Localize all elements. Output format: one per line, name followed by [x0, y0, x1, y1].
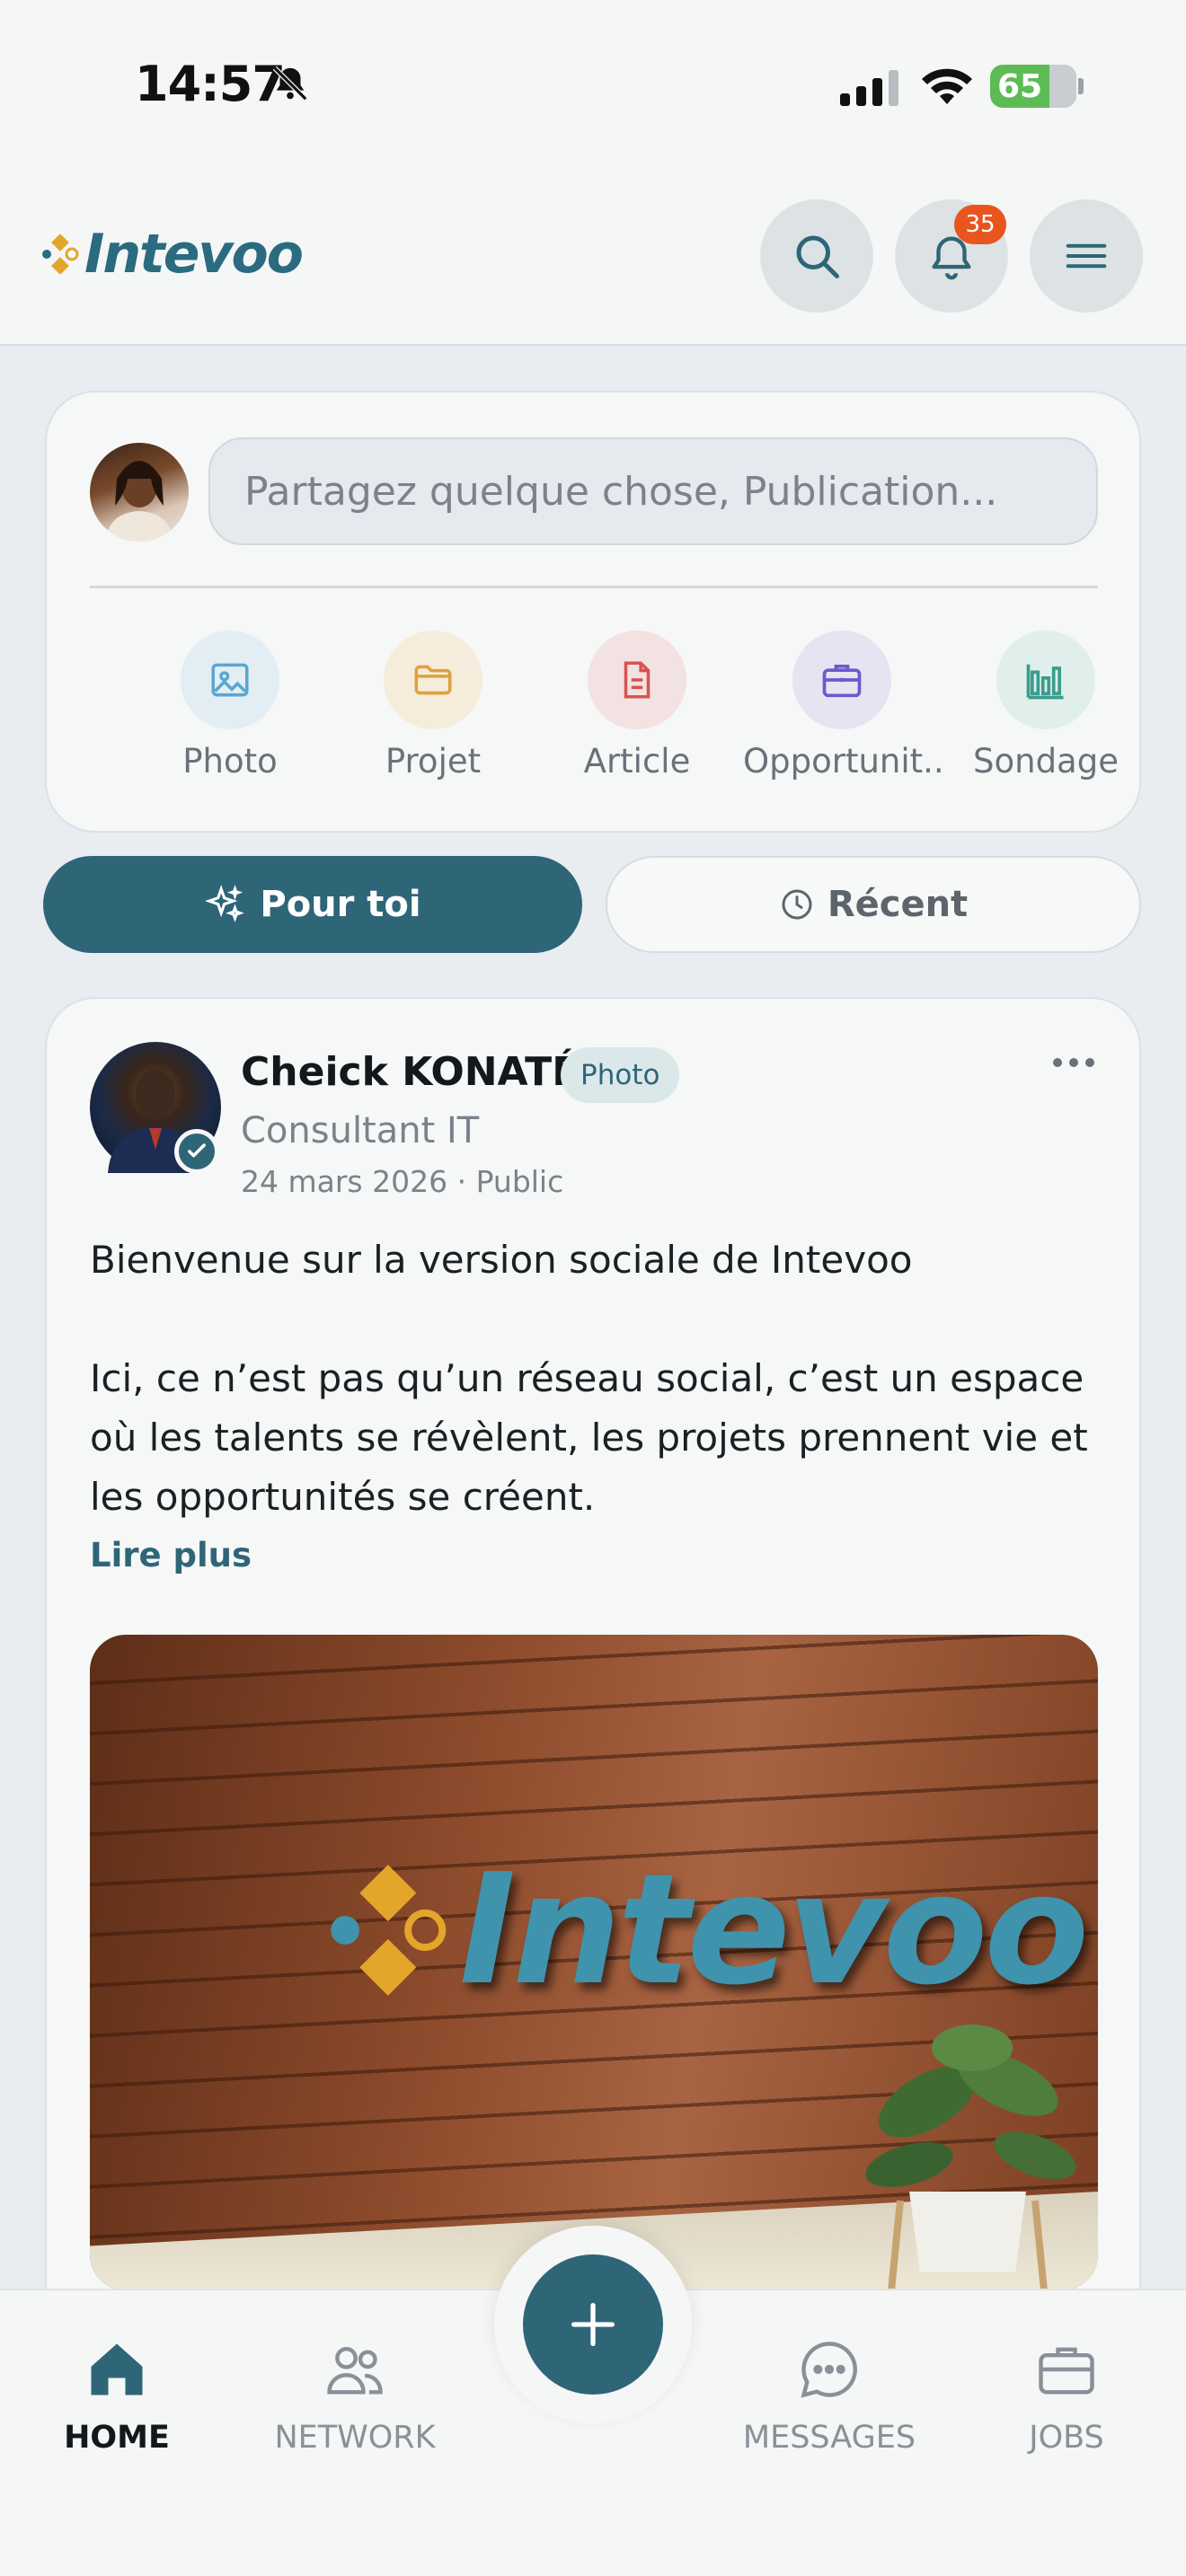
- nav-network[interactable]: NETWORK: [256, 2335, 454, 2456]
- tab-recent[interactable]: Récent: [606, 856, 1141, 953]
- nav-jobs-label: JOBS: [1029, 2420, 1104, 2456]
- plant-decoration: [865, 2025, 1076, 2290]
- composer-action-label: Projet: [385, 742, 482, 781]
- intevoo-logo[interactable]: Intevoo: [41, 223, 304, 286]
- composer-action-project[interactable]: Projet: [334, 631, 532, 781]
- document-icon: [588, 631, 686, 729]
- post-meta: 24 mars 2026 · Public: [241, 1164, 563, 1199]
- avatar-portrait: [106, 461, 173, 542]
- search-button[interactable]: [760, 199, 873, 313]
- status-time: 14:57: [135, 56, 286, 112]
- briefcase-icon: [792, 631, 891, 729]
- logo-mark-icon: [331, 1865, 447, 1996]
- post-date: 24 mars 2026: [241, 1164, 448, 1199]
- image-logo: Intevoo: [328, 1841, 1089, 2019]
- post-paragraph: Ici, ce n’est pas qu’un réseau social, c…: [90, 1356, 1088, 1519]
- tab-recent-label: Récent: [827, 884, 969, 925]
- plus-icon: [571, 2303, 615, 2346]
- composer-action-label: Sondage: [973, 742, 1119, 781]
- composer-action-poll[interactable]: Sondage: [947, 631, 1145, 781]
- tab-for-you-label: Pour toi: [260, 884, 421, 925]
- post-visibility: Public: [475, 1164, 564, 1199]
- post-body: Bienvenue sur la version sociale de Inte…: [90, 1231, 1105, 1527]
- post-author-name[interactable]: Cheick KONATÉ: [241, 1049, 579, 1095]
- meta-separator: ·: [456, 1164, 476, 1199]
- status-bar: 14:57 65: [0, 0, 1186, 171]
- post-paragraph: Bienvenue sur la version sociale de Inte…: [90, 1238, 913, 1282]
- menu-button[interactable]: [1030, 199, 1143, 313]
- composer-action-label: Photo: [182, 742, 278, 781]
- signal-icon: [840, 70, 898, 106]
- folder-icon: [384, 631, 482, 729]
- compose-input[interactable]: Partagez quelque chose, Publication...: [208, 437, 1098, 545]
- read-more-link[interactable]: Lire plus: [90, 1536, 252, 1575]
- clock-icon: [782, 889, 812, 920]
- composer-action-label: Opportunit...: [743, 742, 941, 781]
- bell-muted-icon: [272, 66, 308, 101]
- nav-jobs[interactable]: JOBS: [968, 2335, 1165, 2456]
- nav-network-label: NETWORK: [274, 2420, 436, 2456]
- image-logo-text: Intevoo: [459, 1841, 1089, 2019]
- home-icon: [91, 2343, 143, 2395]
- logo-mark-icon: [42, 234, 79, 274]
- composer-divider: [90, 586, 1098, 588]
- people-icon: [327, 2346, 383, 2395]
- composer-action-label: Article: [583, 742, 691, 781]
- battery-indicator: 65: [990, 65, 1084, 108]
- create-post-button[interactable]: [523, 2254, 663, 2395]
- current-user-avatar[interactable]: [90, 443, 189, 542]
- nav-messages[interactable]: MESSAGES: [730, 2335, 928, 2456]
- composer-action-opportunity[interactable]: Opportunit...: [743, 631, 941, 781]
- nav-home[interactable]: HOME: [18, 2335, 216, 2456]
- post-composer: Partagez quelque chose, Publication... P…: [45, 391, 1141, 833]
- search-icon: [796, 235, 839, 278]
- battery-level: 65: [997, 67, 1043, 105]
- nav-messages-label: MESSAGES: [742, 2420, 916, 2456]
- composer-action-article[interactable]: Article: [538, 631, 736, 781]
- app-header: Intevoo 35: [0, 171, 1186, 346]
- hamburger-menu-icon: [1066, 243, 1107, 269]
- more-options-icon[interactable]: [1053, 1058, 1094, 1067]
- verified-badge-icon: [174, 1129, 219, 1174]
- composer-action-photo[interactable]: Photo: [131, 631, 329, 781]
- post-image[interactable]: Intevoo: [90, 1635, 1098, 2290]
- post-author-role: Consultant IT: [241, 1110, 480, 1151]
- bar-chart-icon: [996, 631, 1095, 729]
- tab-for-you[interactable]: Pour toi: [43, 856, 582, 953]
- notification-badge: 35: [954, 205, 1006, 244]
- sparkles-icon: [205, 884, 245, 922]
- post-type-tag: Photo: [561, 1047, 680, 1103]
- notifications-button[interactable]: 35: [895, 199, 1008, 313]
- image-icon: [181, 631, 279, 729]
- nav-home-label: HOME: [64, 2420, 170, 2456]
- chat-bubble-icon: [801, 2342, 857, 2398]
- wifi-icon: [922, 68, 972, 104]
- logo-text: Intevoo: [84, 223, 304, 286]
- briefcase-icon: [1039, 2347, 1094, 2395]
